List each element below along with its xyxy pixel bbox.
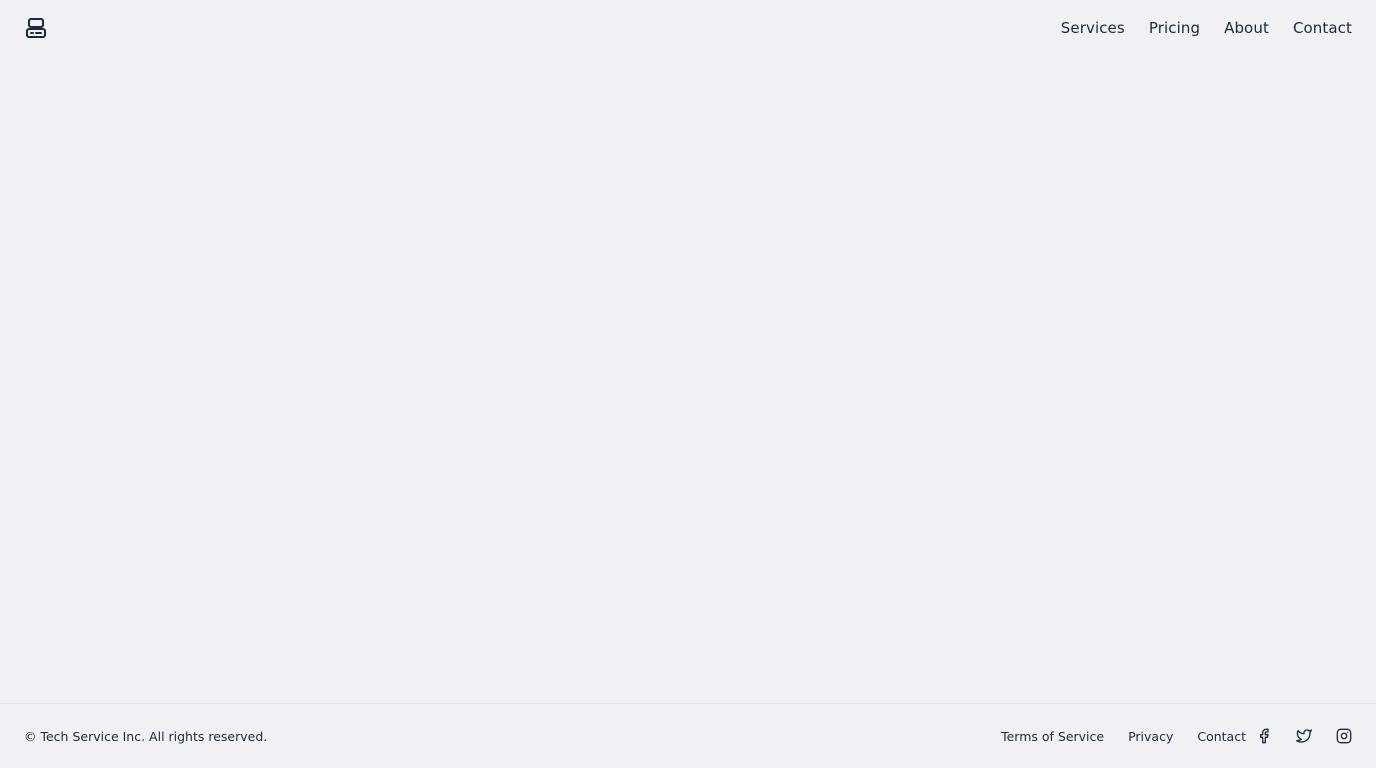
main-content [0,56,1376,703]
facebook-icon [1260,728,1269,744]
copyright-text: © Tech Service Inc. All rights reserved. [24,728,268,744]
nav-link-contact[interactable]: Contact [1293,19,1352,37]
twitter-icon [1296,729,1312,743]
page: Services Pricing About Contact © Tech Se… [0,0,1376,768]
main-nav: Services Pricing About Contact [1061,19,1352,37]
instagram-link[interactable] [1336,728,1352,744]
facebook-link[interactable] [1256,728,1272,744]
twitter-link[interactable] [1296,728,1312,744]
logo-link[interactable] [24,16,48,40]
footer-link-contact[interactable]: Contact [1197,729,1246,744]
footer-right: Terms of Service Privacy Contact [1001,728,1352,744]
site-header: Services Pricing About Contact [0,0,1376,56]
footer-links: Terms of Service Privacy Contact [1001,729,1246,744]
nav-link-pricing[interactable]: Pricing [1149,19,1200,37]
nav-link-about[interactable]: About [1224,19,1269,37]
footer-link-terms[interactable]: Terms of Service [1001,729,1104,744]
nav-link-services[interactable]: Services [1061,19,1125,37]
server-icon [26,18,46,38]
instagram-icon [1336,728,1352,744]
footer-link-privacy[interactable]: Privacy [1128,729,1173,744]
site-footer: © Tech Service Inc. All rights reserved.… [0,703,1376,768]
social-links [1256,728,1352,744]
